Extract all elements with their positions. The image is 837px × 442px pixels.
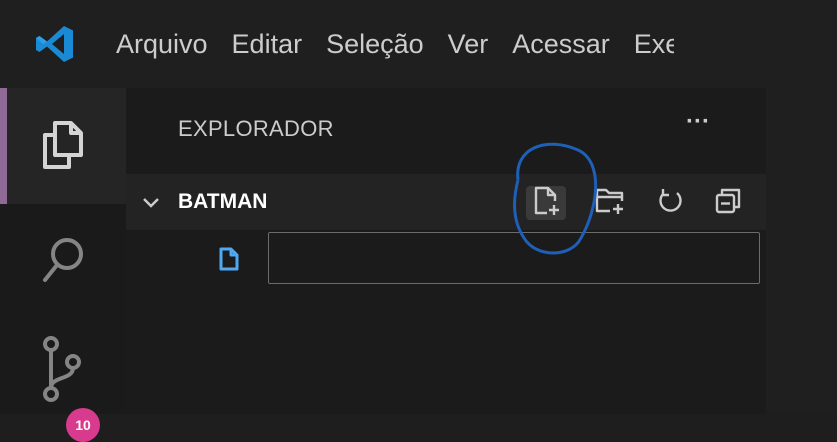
file-icon bbox=[218, 246, 240, 277]
menu-selecao[interactable]: Seleção bbox=[314, 0, 436, 88]
activity-source-control[interactable]: 10 bbox=[0, 320, 126, 442]
menu-editar[interactable]: Editar bbox=[220, 0, 315, 88]
vscode-logo-icon bbox=[0, 0, 110, 88]
title-bar: Arquivo Editar Seleção Ver Acessar Exec bbox=[0, 0, 837, 88]
collapse-all-button[interactable] bbox=[708, 186, 748, 220]
menu-arquivo[interactable]: Arquivo bbox=[110, 0, 220, 88]
editor-area bbox=[766, 88, 837, 414]
files-icon bbox=[39, 117, 87, 176]
new-file-row bbox=[126, 230, 766, 290]
collapse-all-icon bbox=[713, 186, 743, 221]
menu-bar: Arquivo Editar Seleção Ver Acessar Exec bbox=[110, 0, 674, 88]
explorer-panel: EXPLORADOR ··· BATMAN bbox=[126, 88, 766, 414]
activity-search[interactable] bbox=[0, 204, 126, 320]
chevron-down-icon[interactable] bbox=[140, 192, 162, 219]
new-folder-icon bbox=[594, 185, 626, 222]
new-file-name-input[interactable] bbox=[268, 232, 760, 284]
menu-acessar[interactable]: Acessar bbox=[500, 0, 622, 88]
folder-name: BATMAN bbox=[178, 190, 268, 213]
refresh-button[interactable] bbox=[650, 186, 690, 220]
menu-ver[interactable]: Ver bbox=[436, 0, 501, 88]
source-control-badge: 10 bbox=[66, 408, 100, 442]
source-control-icon bbox=[39, 334, 87, 409]
activity-bar: 10 bbox=[0, 88, 126, 442]
more-actions-button[interactable]: ··· bbox=[686, 108, 710, 136]
folder-section-header[interactable]: BATMAN bbox=[126, 174, 766, 230]
refresh-icon bbox=[655, 186, 685, 221]
search-icon bbox=[39, 234, 87, 291]
new-file-button[interactable] bbox=[526, 186, 566, 220]
explorer-title: EXPLORADOR bbox=[178, 116, 334, 141]
explorer-header: EXPLORADOR ··· bbox=[126, 88, 766, 174]
new-folder-button[interactable] bbox=[590, 186, 630, 220]
menu-executar[interactable]: Exec bbox=[622, 0, 674, 88]
activity-explorer[interactable] bbox=[0, 88, 126, 204]
new-file-icon bbox=[531, 185, 561, 222]
